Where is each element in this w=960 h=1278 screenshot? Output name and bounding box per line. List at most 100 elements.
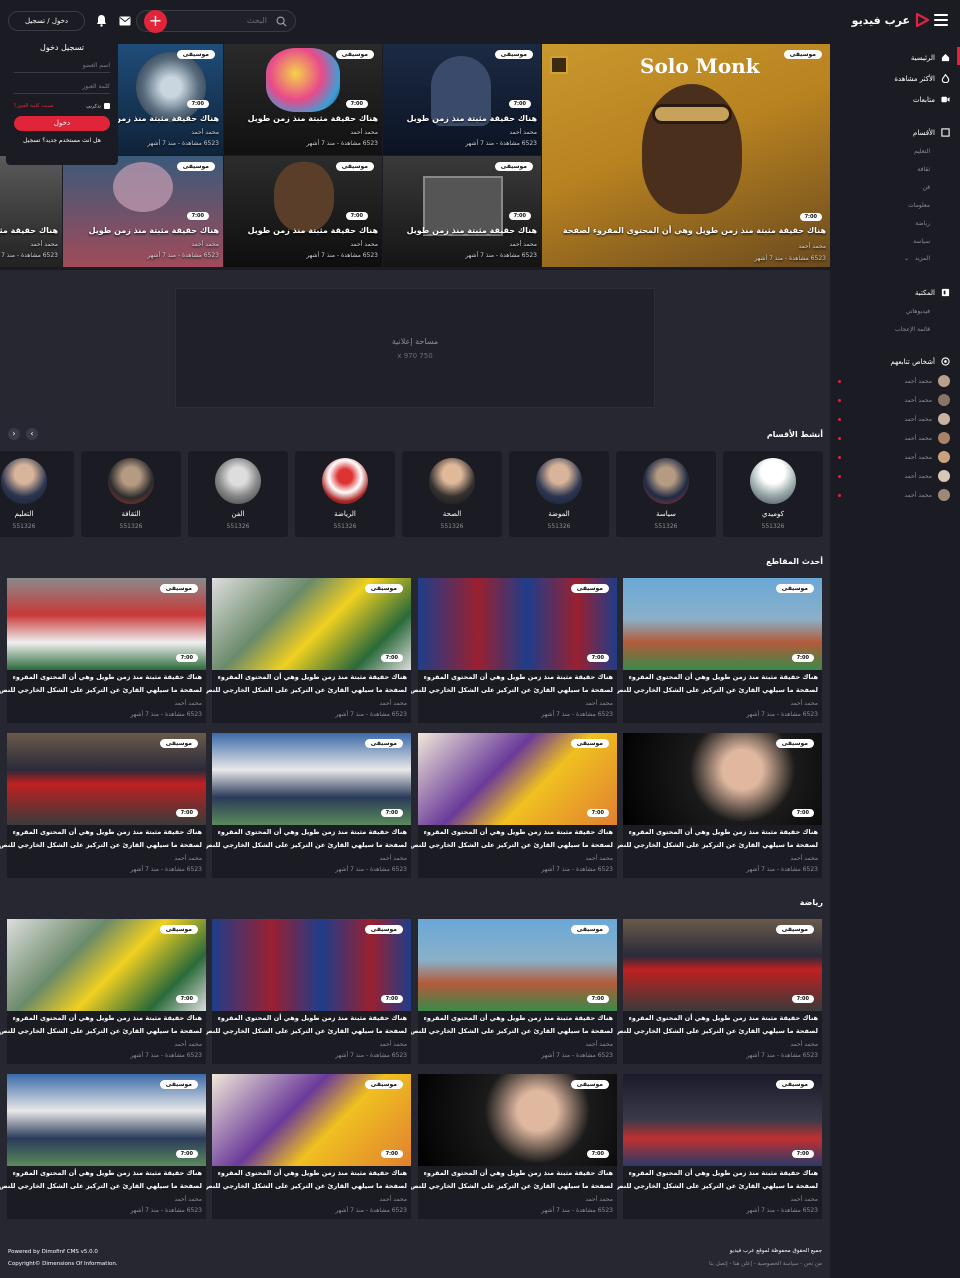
- sidebar-item-subscriptions[interactable]: متابعات: [913, 95, 950, 104]
- video-title[interactable]: هناك حقيقة مثبتة منذ زمن طويل: [118, 114, 219, 123]
- video-author[interactable]: محمد أحمد: [790, 1196, 818, 1203]
- register-link[interactable]: هل انت مستخدم جديد؟ تسجيل: [14, 137, 110, 144]
- category-badge[interactable]: موسيقى: [335, 50, 374, 59]
- video-card[interactable]: موسيقى 7:00 هناك حقيقة مثبتة منذ زمن طويل …: [615, 733, 822, 878]
- sidebar-item-culture[interactable]: ثقافة: [917, 166, 930, 173]
- video-title[interactable]: هناك حقيقة مثبتة منذ زمن طويل وهي أن الم…: [424, 1169, 613, 1177]
- video-title[interactable]: هناك حقيقة مثبتة منذ زمن طويل وهي أن الم…: [629, 828, 818, 836]
- video-author[interactable]: محمد أحمد: [379, 855, 407, 862]
- featured-video[interactable]: موسيقى 7:00 هناك حقيقة مثبتة منذ زمن طوي…: [118, 44, 223, 155]
- search-icon[interactable]: [276, 16, 287, 27]
- video-author[interactable]: محمد أحمد: [790, 700, 818, 707]
- followed-person[interactable]: محمد أحمد: [838, 394, 950, 406]
- video-card[interactable]: موسيقى 7:00 هناك حقيقة مثبتة منذ زمن طويل …: [410, 578, 617, 723]
- ad-space[interactable]: مساحة إعلانية 750 x 970: [175, 288, 655, 408]
- video-card[interactable]: موسيقى 7:00 هناك حقيقة مثبتة منذ زمن طويل …: [615, 919, 822, 1064]
- video-author[interactable]: محمد أحمد: [509, 129, 537, 136]
- video-author[interactable]: محمد أحمد: [379, 700, 407, 707]
- forgot-password-link[interactable]: نسيت كلمة العبور؟: [14, 103, 54, 110]
- video-author[interactable]: محمد أحمد: [585, 700, 613, 707]
- category-badge[interactable]: موسيقى: [570, 584, 609, 593]
- category-badge[interactable]: موسيقى: [783, 50, 822, 59]
- category-badge[interactable]: موسيقى: [176, 162, 215, 171]
- video-title[interactable]: هناك حقيقة مثبتة منذ زمن طويل وهي أن الم…: [13, 673, 202, 681]
- video-title[interactable]: هناك حقيقة مثبتة منذ زمن طويل وهي أن الم…: [563, 226, 826, 235]
- video-card[interactable]: موسيقى 7:00 هناك حقيقة مثبتة منذ زمن طويل …: [204, 733, 411, 878]
- video-title[interactable]: هناك حقيقة مثبتة منذ زمن طويل وهي أن الم…: [629, 673, 818, 681]
- featured-video[interactable]: هناك حقيقة مثبتة منذ زمن طويل محمد أحمد …: [0, 156, 62, 267]
- sidebar-item-home[interactable]: الرئيسية: [911, 53, 950, 62]
- category-badge[interactable]: موسيقى: [364, 925, 403, 934]
- category-card[interactable]: الموضة 551326: [509, 451, 609, 537]
- video-author[interactable]: محمد أحمد: [379, 1196, 407, 1203]
- messages-icon[interactable]: [119, 16, 131, 26]
- sidebar-item-education[interactable]: التعليم: [914, 148, 930, 155]
- category-badge[interactable]: موسيقى: [570, 739, 609, 748]
- video-author[interactable]: محمد أحمد: [790, 1041, 818, 1048]
- video-title[interactable]: هناك حقيقة مثبتة منذ زمن طويل وهي أن الم…: [218, 1014, 407, 1022]
- category-badge[interactable]: موسيقى: [159, 739, 198, 748]
- video-title[interactable]: هناك حقيقة مثبتة منذ زمن طويل: [89, 226, 219, 235]
- video-title[interactable]: هناك حقيقة مثبتة منذ زمن طويل وهي أن الم…: [13, 1169, 202, 1177]
- hamburger-menu-icon[interactable]: [934, 14, 948, 26]
- featured-video[interactable]: موسيقى 7:00 هناك حقيقة مثبتة منذ زمن طوي…: [383, 156, 541, 267]
- video-card[interactable]: موسيقى 7:00 هناك حقيقة مثبتة منذ زمن طويل …: [615, 578, 822, 723]
- video-title[interactable]: هناك حقيقة مثبتة منذ زمن طويل: [407, 226, 537, 235]
- category-badge[interactable]: موسيقى: [494, 162, 533, 171]
- video-card[interactable]: موسيقى 7:00 هناك حقيقة مثبتة منذ زمن طويل …: [204, 1074, 411, 1219]
- login-submit-button[interactable]: دخول: [14, 115, 110, 131]
- video-card[interactable]: موسيقى 7:00 هناك حقيقة مثبتة منذ زمن طويل …: [0, 578, 206, 723]
- username-field[interactable]: اسم العضو: [14, 58, 110, 73]
- video-title[interactable]: هناك حقيقة مثبتة منذ زمن طويل وهي أن الم…: [629, 1014, 818, 1022]
- video-card[interactable]: موسيقى 7:00 هناك حقيقة مثبتة منذ زمن طويل …: [0, 733, 206, 878]
- category-badge[interactable]: موسيقى: [364, 1080, 403, 1089]
- sidebar-item-info[interactable]: معلومات: [908, 202, 930, 209]
- sidebar-item-art[interactable]: فن: [923, 184, 930, 191]
- video-author[interactable]: محمد أحمد: [191, 241, 219, 248]
- category-badge[interactable]: موسيقى: [159, 1080, 198, 1089]
- video-title[interactable]: هناك حقيقة مثبتة منذ زمن طويل: [248, 226, 378, 235]
- video-title[interactable]: هناك حقيقة مثبتة منذ زمن طويل وهي أن الم…: [424, 673, 613, 681]
- featured-video[interactable]: موسيقى 7:00 هناك حقيقة مثبتة منذ زمن طوي…: [63, 156, 223, 267]
- category-card[interactable]: الثقافة 551326: [81, 451, 181, 537]
- video-author[interactable]: محمد أحمد: [191, 129, 219, 136]
- video-author[interactable]: محمد أحمد: [790, 855, 818, 862]
- add-video-button[interactable]: +: [144, 10, 167, 33]
- video-author[interactable]: محمد أحمد: [174, 1196, 202, 1203]
- video-title[interactable]: هناك حقيقة مثبتة منذ زمن طويل وهي أن الم…: [424, 828, 613, 836]
- featured-video[interactable]: موسيقى 7:00 هناك حقيقة مثبتة منذ زمن طوي…: [383, 44, 541, 155]
- video-title[interactable]: هناك حقيقة مثبتة منذ زمن طويل: [248, 114, 378, 123]
- category-badge[interactable]: موسيقى: [176, 50, 215, 59]
- sidebar-item-liked[interactable]: قائمة الإعجاب: [895, 326, 930, 333]
- video-title[interactable]: هناك حقيقة مثبتة منذ زمن طويل وهي أن الم…: [424, 1014, 613, 1022]
- followed-person[interactable]: محمد أحمد: [838, 470, 950, 482]
- video-author[interactable]: محمد أحمد: [379, 1041, 407, 1048]
- footer-links[interactable]: من نحن - سياسة الخصوصية - إعلن هنا - إتص…: [709, 1261, 822, 1267]
- video-author[interactable]: محمد أحمد: [585, 1196, 613, 1203]
- video-title[interactable]: هناك حقيقة مثبتة منذ زمن طويل وهي أن الم…: [629, 1169, 818, 1177]
- video-card[interactable]: موسيقى 7:00 هناك حقيقة مثبتة منذ زمن طويل …: [204, 578, 411, 723]
- sidebar-item-more[interactable]: المزيد ⌄: [904, 255, 930, 262]
- video-title[interactable]: هناك حقيقة مثبتة منذ زمن طويل: [407, 114, 537, 123]
- video-author[interactable]: محمد أحمد: [30, 241, 58, 248]
- video-card[interactable]: موسيقى 7:00 هناك حقيقة مثبتة منذ زمن طويل …: [410, 733, 617, 878]
- category-card[interactable]: التعليم 551326: [0, 451, 74, 537]
- followed-person[interactable]: محمد أحمد: [838, 432, 950, 444]
- category-card[interactable]: الصحة 551326: [402, 451, 502, 537]
- video-author[interactable]: محمد أحمد: [174, 700, 202, 707]
- video-title[interactable]: هناك حقيقة مثبتة منذ زمن طويل وهي أن الم…: [218, 1169, 407, 1177]
- sidebar-item-trending[interactable]: الأكثر مشاهدة: [894, 74, 950, 83]
- video-card[interactable]: موسيقى 7:00 هناك حقيقة مثبتة منذ زمن طويل …: [204, 919, 411, 1064]
- notifications-bell-icon[interactable]: [96, 14, 107, 27]
- video-author[interactable]: محمد أحمد: [585, 855, 613, 862]
- carousel-prev-arrow-icon[interactable]: ›: [26, 428, 38, 440]
- category-card[interactable]: الرياضة 551326: [295, 451, 395, 537]
- video-title[interactable]: هناك حقيقة مثبتة منذ زمن طويل وهي أن الم…: [218, 828, 407, 836]
- featured-video-main[interactable]: Solo Monk موسيقى 7:00 هناك حقيقة مثبتة م…: [542, 44, 830, 267]
- remember-me-checkbox[interactable]: تذكرني: [86, 103, 110, 110]
- video-card[interactable]: موسيقى 7:00 هناك حقيقة مثبتة منذ زمن طويل …: [410, 1074, 617, 1219]
- video-author[interactable]: محمد أحمد: [174, 1041, 202, 1048]
- video-title[interactable]: هناك حقيقة مثبتة منذ زمن طويل: [0, 226, 58, 235]
- carousel-next-arrow-icon[interactable]: ‹: [8, 428, 20, 440]
- category-card[interactable]: سياسة 551326: [616, 451, 716, 537]
